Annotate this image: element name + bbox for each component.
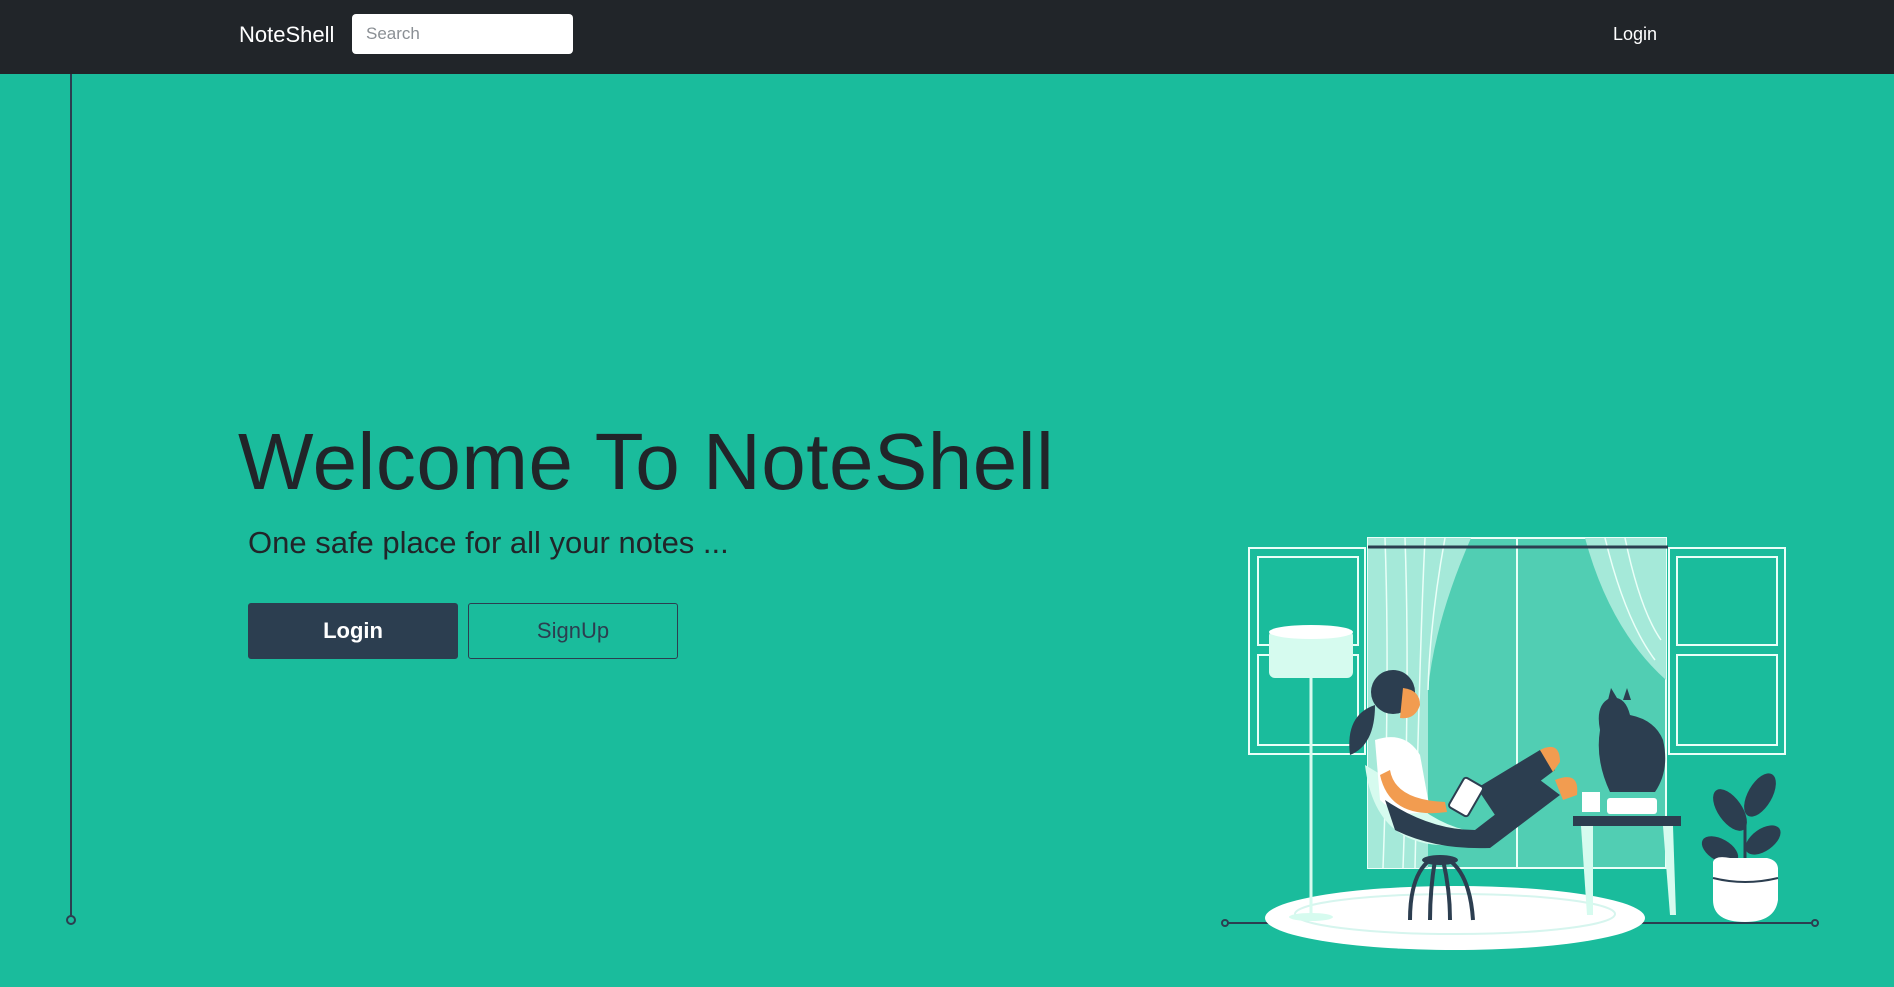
decorative-vertical-line [70, 74, 72, 918]
navbar-brand[interactable]: NoteShell [239, 20, 334, 50]
hero-login-button[interactable]: Login [248, 603, 458, 659]
hero-subtitle: One safe place for all your notes ... [248, 525, 729, 560]
relaxing-woman-illustration [1221, 537, 1819, 950]
hero-title: Welcome To NoteShell [238, 417, 1055, 506]
navbar-login-link[interactable]: Login [1613, 20, 1657, 48]
decorative-line-endpoint [66, 915, 76, 925]
top-navbar: NoteShell Login [0, 0, 1894, 74]
search-input[interactable] [352, 14, 573, 54]
hero-signup-button[interactable]: SignUp [468, 603, 678, 659]
